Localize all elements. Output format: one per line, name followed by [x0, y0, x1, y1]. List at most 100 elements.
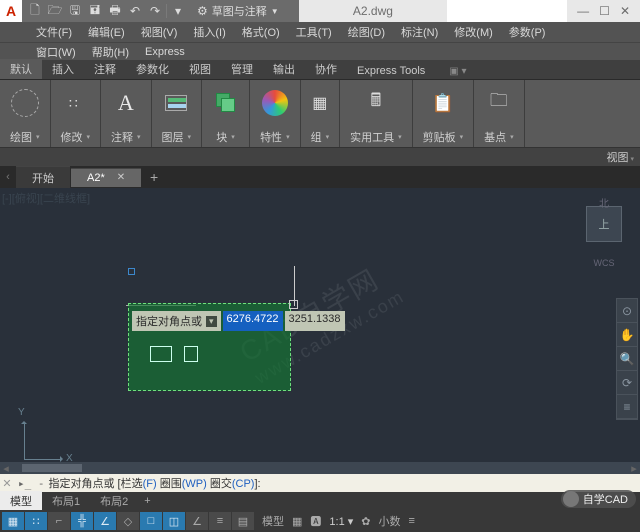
nav-zoom-icon[interactable]: 🔍 — [617, 347, 637, 371]
new-tab-button[interactable]: + — [142, 169, 166, 185]
account-badge[interactable]: 自学CAD — [561, 490, 636, 508]
workspace-switch[interactable]: ⚙ 草图与注释 ▼ — [191, 0, 299, 22]
qat-save-icon[interactable]: 🖫 — [66, 2, 84, 20]
status-menu-icon[interactable]: ≡ — [409, 515, 415, 527]
app-logo[interactable]: A — [0, 0, 22, 22]
status-gear-icon[interactable]: ✿ — [361, 515, 370, 528]
menu-view[interactable]: 视图(V) — [133, 22, 186, 42]
viewport-controls-label[interactable]: [-][俯视][二维线框] — [2, 190, 90, 206]
viewcube-face[interactable]: 上 — [586, 206, 622, 242]
qat-plot-icon[interactable]: 🖶 — [106, 2, 124, 20]
status-units[interactable]: 小数 — [379, 513, 401, 529]
qat-dropdown-icon[interactable]: ▾ — [169, 2, 187, 20]
drawing-viewport[interactable]: [-][俯视][二维线框] CAD自学网 www.cadzxw.com 上 WC… — [0, 188, 640, 474]
layout-model-tab[interactable]: 模型 — [0, 491, 42, 511]
panel-group[interactable]: ▦ 组 — [301, 80, 341, 147]
panel-clipboard[interactable]: 📋 剪贴板 — [413, 80, 475, 147]
panel-utilities[interactable]: 🖩 实用工具 — [340, 80, 413, 147]
nav-fullnav-icon[interactable]: ⊙ — [617, 299, 637, 323]
view-dropdown[interactable]: 视图 — [607, 149, 634, 165]
ucs-y-axis — [24, 422, 25, 460]
toggle-lwt-icon[interactable]: ≡ — [209, 512, 231, 530]
start-tab[interactable]: 开始 — [16, 166, 70, 189]
menu-insert[interactable]: 插入(I) — [185, 22, 233, 42]
ribbon-tab-shortcut-icon[interactable]: ▣ ▾ — [439, 64, 476, 79]
panel-modify[interactable]: ∷ 修改 — [51, 80, 102, 147]
ribbon-tab-view[interactable]: 视图 — [179, 59, 221, 79]
toggle-grid-icon[interactable]: ▦ — [2, 512, 24, 530]
nav-orbit-icon[interactable]: ⟳ — [617, 371, 637, 395]
status-views-icon[interactable]: ▦ — [292, 515, 302, 528]
ribbon-tab-default[interactable]: 默认 — [0, 59, 42, 79]
toggle-otrack-icon[interactable]: ∠ — [186, 512, 208, 530]
close-button[interactable]: ✕ — [620, 4, 630, 18]
maximize-button[interactable]: ☐ — [599, 4, 610, 18]
status-anno-icon[interactable]: 🅰 — [310, 513, 321, 529]
group-icon: ▦ — [312, 84, 327, 122]
add-layout-button[interactable]: + — [138, 493, 156, 509]
menu-express[interactable]: Express — [137, 44, 193, 60]
options-arrow-icon[interactable]: ▾ — [206, 316, 217, 327]
panel-annotate[interactable]: A 注释 — [101, 80, 152, 147]
ribbon-tab-parametric[interactable]: 参数化 — [126, 59, 179, 79]
menu-edit[interactable]: 编辑(E) — [80, 22, 133, 42]
ribbon-tab-insert[interactable]: 插入 — [42, 59, 84, 79]
command-line[interactable]: ✕ ▸_ - 指定对角点或 [栏选(F) 圈围(WP) 圈交(CP)]: — [0, 474, 640, 492]
ribbon-tab-annotate[interactable]: 注释 — [84, 59, 126, 79]
ribbon-tab-manage[interactable]: 管理 — [221, 59, 263, 79]
menu-file[interactable]: 文件(F) — [28, 22, 80, 42]
qat-open-icon[interactable]: 🗁 — [46, 2, 64, 20]
nav-showmotion-icon[interactable]: ≡ — [617, 395, 637, 419]
panel-draw[interactable]: 绘图 — [0, 80, 51, 147]
dyn-input-x[interactable]: 6276.4722 — [223, 311, 283, 331]
status-scale[interactable]: 1:1 ▾ — [329, 515, 353, 528]
close-tab-icon[interactable]: ✕ — [117, 172, 125, 183]
tabs-scroll-left[interactable]: ‹ — [0, 171, 16, 183]
qat-new-icon[interactable]: 🗋 — [26, 2, 44, 20]
scroll-right-icon[interactable]: ▸ — [628, 462, 640, 475]
ribbon-tab-collab[interactable]: 协作 — [305, 59, 347, 79]
menu-parametric[interactable]: 参数(P) — [501, 22, 554, 42]
toggle-transparency-icon[interactable]: ▤ — [232, 512, 254, 530]
minimize-button[interactable]: — — [577, 4, 589, 18]
status-model[interactable]: 模型 — [262, 513, 284, 529]
panel-layer[interactable]: 图层 — [152, 80, 203, 147]
ribbon-tab-express[interactable]: Express Tools — [347, 63, 435, 79]
menu-tools[interactable]: 工具(T) — [288, 22, 340, 42]
viewport-horizontal-scrollbar[interactable]: ◂ ▸ — [0, 462, 640, 474]
scroll-left-icon[interactable]: ◂ — [0, 462, 12, 475]
nav-pan-icon[interactable]: ✋ — [617, 323, 637, 347]
layout-1-tab[interactable]: 布局1 — [42, 491, 90, 511]
panel-block[interactable]: 块 — [202, 80, 250, 147]
toggle-polar-icon[interactable]: ∠ — [94, 512, 116, 530]
toggle-iso-icon[interactable]: ◇ — [117, 512, 139, 530]
menu-format[interactable]: 格式(O) — [234, 22, 288, 42]
toggle-ortho-icon[interactable]: ╬ — [71, 512, 93, 530]
scroll-thumb[interactable] — [22, 464, 82, 472]
menu-dimension[interactable]: 标注(N) — [393, 22, 446, 42]
toggle-snap-icon[interactable]: ∷ — [25, 512, 47, 530]
toggle-3dosnap-icon[interactable]: ◫ — [163, 512, 185, 530]
qat-saveas-icon[interactable]: 🖬 — [86, 2, 104, 20]
modify-icon: ∷ — [69, 84, 82, 122]
grip-handle[interactable] — [128, 268, 135, 275]
menu-modify[interactable]: 修改(M) — [446, 22, 501, 42]
panel-base[interactable]: 🗀 基点 — [474, 80, 525, 147]
qat-undo-icon[interactable]: ↶ — [126, 2, 144, 20]
toggle-infer-icon[interactable]: ⌐ — [48, 512, 70, 530]
cmdline-close-icon[interactable]: ✕ — [0, 477, 14, 490]
dyn-input-y[interactable]: 3251.1338 — [285, 311, 345, 331]
active-drawing-tab[interactable]: A2* ✕ — [71, 168, 141, 187]
toggle-osnap-icon[interactable]: □ — [140, 512, 162, 530]
viewcube[interactable]: 上 WCS — [576, 196, 632, 270]
quick-access-toolbar: 🗋 🗁 🖫 🖬 🖶 ↶ ↷ ▾ — [22, 0, 191, 22]
qat-redo-icon[interactable]: ↷ — [146, 2, 164, 20]
calculator-icon: 🖩 — [370, 84, 381, 122]
layout-2-tab[interactable]: 布局2 — [90, 491, 138, 511]
wcs-label[interactable]: WCS — [594, 258, 615, 268]
menu-draw[interactable]: 绘图(D) — [340, 22, 393, 42]
ribbon-view-row: 视图 — [0, 148, 640, 166]
ribbon-tab-output[interactable]: 输出 — [263, 59, 305, 79]
panel-properties[interactable]: 特性 — [250, 80, 301, 147]
title-search-input[interactable] — [447, 0, 567, 22]
